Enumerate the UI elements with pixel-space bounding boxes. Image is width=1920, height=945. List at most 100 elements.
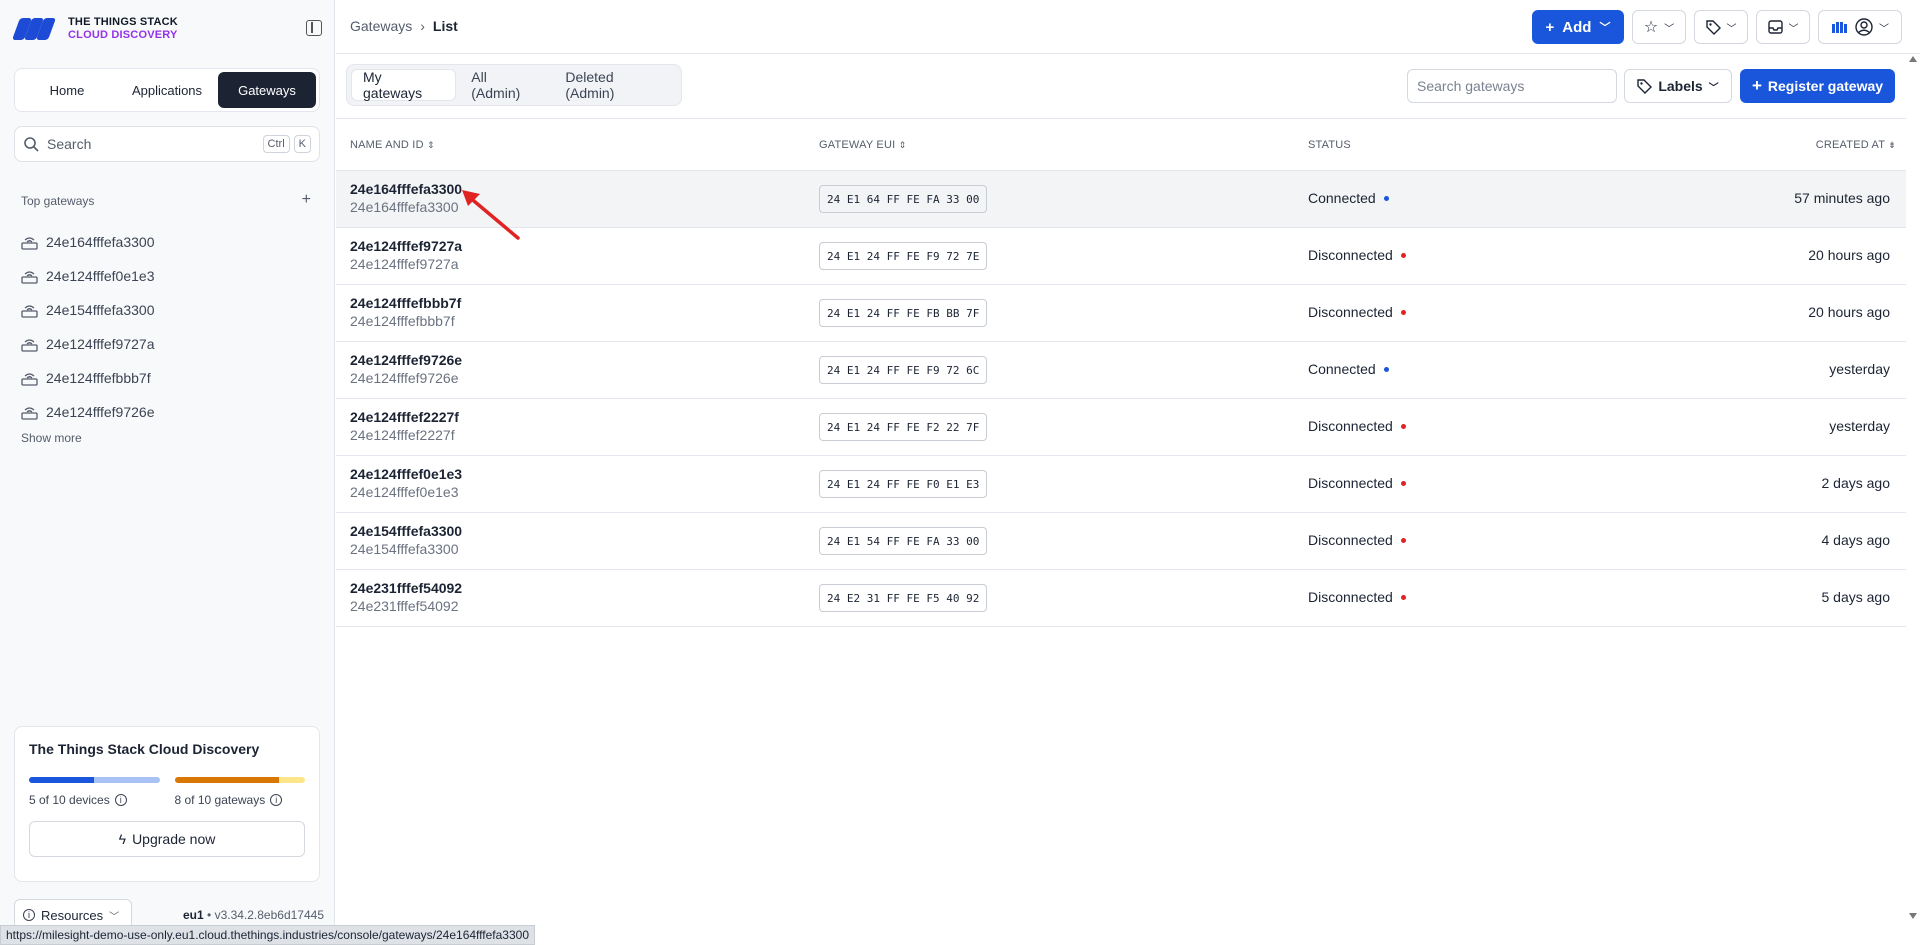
nav-tab-home[interactable]: Home — [18, 72, 116, 108]
table-row[interactable]: 24e124fffefbbb7f 24e124fffefbbb7f 24 E1 24… — [336, 285, 1906, 342]
tab-deleted-admin[interactable]: Deleted (Admin) — [554, 69, 677, 101]
gateway-icon — [21, 236, 38, 250]
gateway-status: Disconnected — [1308, 589, 1406, 605]
add-top-gateway-icon[interactable]: + — [302, 192, 311, 208]
top-gateway-item[interactable]: 24e124fffef0e1e3 — [21, 259, 155, 293]
register-gateway-button[interactable]: + Register gateway — [1740, 69, 1895, 103]
brand-line1: THE THINGS STACK — [68, 16, 178, 28]
link-preview-url: https://milesight-demo-use-only.eu1.clou… — [0, 925, 535, 945]
table-row[interactable]: 24e124fffef0e1e3 24e124fffef0e1e3 24 E1 24… — [336, 456, 1906, 513]
gateway-id: 24e124fffef2227f — [350, 427, 455, 443]
gateway-filter-tabs: My gateways All (Admin) Deleted (Admin) — [346, 64, 682, 106]
created-at: 20 hours ago — [1808, 304, 1890, 320]
created-at: 57 minutes ago — [1794, 190, 1890, 206]
chevron-down-icon: ﹀ — [1879, 23, 1889, 35]
show-more-link[interactable]: Show more — [21, 431, 82, 445]
status-label: Disconnected — [1308, 589, 1393, 605]
star-icon: ☆ — [1643, 19, 1659, 36]
breadcrumb: Gateways › List — [350, 18, 458, 34]
sidebar-search-input[interactable]: Search Ctrl K — [14, 126, 320, 162]
status-dot-icon — [1383, 195, 1389, 201]
top-gateway-item[interactable]: 24e164fffefa3300 — [21, 225, 155, 259]
upgrade-button[interactable]: ϟ Upgrade now — [29, 821, 305, 857]
gateway-name[interactable]: 24e124fffef9726e — [350, 352, 462, 368]
created-at: yesterday — [1829, 361, 1890, 377]
gateway-status: Disconnected — [1308, 304, 1406, 320]
gateways-usage-label: 8 of 10 gateways — [174, 793, 266, 807]
scroll-up-icon[interactable] — [1909, 56, 1917, 62]
column-label: Gateway EUI — [819, 138, 896, 151]
scroll-down-icon[interactable] — [1909, 913, 1917, 919]
gateway-name-cell: 24e231fffef54092 24e231fffef54092 — [350, 580, 462, 614]
column-name-and-id[interactable]: Name and ID ⇕ — [350, 139, 435, 151]
gateway-name-cell: 24e124fffef2227f 24e124fffef2227f — [350, 409, 459, 443]
tab-my-gateways[interactable]: My gateways — [351, 69, 457, 101]
gateway-eui[interactable]: 24 E1 24 FF FE F9 72 6C — [819, 356, 988, 384]
gateway-eui[interactable]: 24 E1 24 FF FE FB BB 7F — [819, 299, 988, 327]
sidebar-collapse-icon[interactable] — [306, 20, 322, 36]
gateway-id: 24e124fffef9727a — [350, 256, 459, 272]
table-row[interactable]: 24e124fffef2227f 24e124fffef2227f 24 E1 24… — [336, 399, 1906, 456]
table-row[interactable]: 24e154fffefa3300 24e154fffefa3300 24 E1 54… — [336, 513, 1906, 570]
gateway-eui[interactable]: 24 E1 24 FF FE F9 72 7E — [819, 242, 988, 270]
labels-dropdown[interactable]: Labels ﹀ — [1624, 69, 1732, 103]
top-gateway-item[interactable]: 24e124fffef9727a — [21, 327, 155, 361]
brand-logo[interactable]: THE THINGS STACK CLOUD DISCOVERY — [11, 14, 178, 44]
top-gateway-label: 24e154fffefa3300 — [46, 302, 155, 318]
table-header: Name and ID ⇕ Gateway EUI ⇕ Status Creat… — [336, 118, 1906, 171]
top-gateway-item[interactable]: 24e124fffef9726e — [21, 395, 155, 429]
gateway-id: 24e231fffef54092 — [350, 598, 459, 614]
plus-icon: + — [1751, 76, 1762, 95]
gateway-search-input[interactable]: Search gateways — [1407, 69, 1617, 103]
profile-dropdown[interactable]: ﹀ — [1818, 10, 1902, 44]
chevron-down-icon: ﹀ — [1664, 23, 1675, 35]
created-at: yesterday — [1829, 418, 1890, 434]
top-gateway-item[interactable]: 24e154fffefa3300 — [21, 293, 155, 327]
gateway-id: 24e154fffefa3300 — [350, 541, 459, 557]
column-gateway-eui[interactable]: Gateway EUI ⇕ — [819, 139, 906, 151]
gateway-icon — [21, 406, 38, 420]
top-gateway-label: 24e124fffef9727a — [46, 336, 155, 352]
gateway-id: 24e124fffefbbb7f — [350, 313, 455, 329]
table-row[interactable]: 24e124fffef9727a 24e124fffef9727a 24 E1 24… — [336, 228, 1906, 285]
gateway-eui[interactable]: 24 E1 64 FF FE FA 33 00 — [819, 185, 988, 213]
top-gateway-item[interactable]: 24e124fffefbbb7f — [21, 361, 155, 395]
table-row[interactable]: 24e124fffef9726e 24e124fffef9726e 24 E1 24… — [336, 342, 1906, 399]
top-gateway-label: 24e124fffef0e1e3 — [46, 268, 155, 284]
gateway-id: 24e124fffef9726e — [350, 370, 459, 386]
tab-all-admin[interactable]: All (Admin) — [460, 69, 550, 101]
gateway-name[interactable]: 24e124fffef2227f — [350, 409, 459, 425]
logo-icon — [11, 14, 60, 44]
status-label: Disconnected — [1308, 304, 1393, 320]
gateway-eui[interactable]: 24 E1 24 FF FE F2 22 7F — [819, 413, 988, 441]
status-label: Disconnected — [1308, 532, 1393, 548]
page-scrollbar[interactable] — [1906, 54, 1920, 925]
breadcrumb-gateways[interactable]: Gateways — [350, 18, 412, 34]
gateway-name[interactable]: 24e164fffefa3300 — [350, 181, 462, 197]
top-gateways-list: 24e164fffefa3300 24e124fffef0e1e3 24e154… — [21, 225, 155, 429]
gateway-name[interactable]: 24e231fffef54092 — [350, 580, 462, 596]
bookmarks-dropdown[interactable]: ☆ ﹀ — [1632, 10, 1686, 44]
nav-tab-applications[interactable]: Applications — [118, 72, 216, 108]
top-gateway-label: 24e164fffefa3300 — [46, 234, 155, 250]
add-button[interactable]: + Add ﹀ — [1532, 10, 1624, 44]
status-dot-icon — [1400, 423, 1406, 429]
table-row[interactable]: 24e164fffefa3300 24e164fffefa3300 24 E1 64… — [336, 171, 1906, 228]
column-created-at[interactable]: Created at ⇟ — [1816, 139, 1896, 151]
info-icon[interactable]: i — [270, 794, 283, 806]
table-row[interactable]: 24e231fffef54092 24e231fffef54092 24 E2 31… — [336, 570, 1906, 627]
info-icon[interactable]: i — [114, 794, 127, 806]
created-at: 2 days ago — [1821, 475, 1891, 491]
gateway-name[interactable]: 24e124fffef0e1e3 — [350, 466, 462, 482]
gateway-eui[interactable]: 24 E1 24 FF FE F0 E1 E3 — [819, 470, 988, 498]
notifications-dropdown[interactable]: ﹀ — [1756, 10, 1810, 44]
gateway-eui[interactable]: 24 E2 31 FF FE F5 40 92 — [819, 584, 988, 612]
nav-tab-gateways[interactable]: Gateways — [218, 72, 316, 108]
gateway-eui[interactable]: 24 E1 54 FF FE FA 33 00 — [819, 527, 988, 555]
gateway-status: Disconnected — [1308, 247, 1406, 263]
gateway-name[interactable]: 24e154fffefa3300 — [350, 523, 462, 539]
tags-dropdown[interactable]: ﹀ — [1694, 10, 1748, 44]
gateway-name[interactable]: 24e124fffef9727a — [350, 238, 462, 254]
gateway-name[interactable]: 24e124fffefbbb7f — [350, 295, 461, 311]
status-dot-icon — [1400, 480, 1406, 486]
